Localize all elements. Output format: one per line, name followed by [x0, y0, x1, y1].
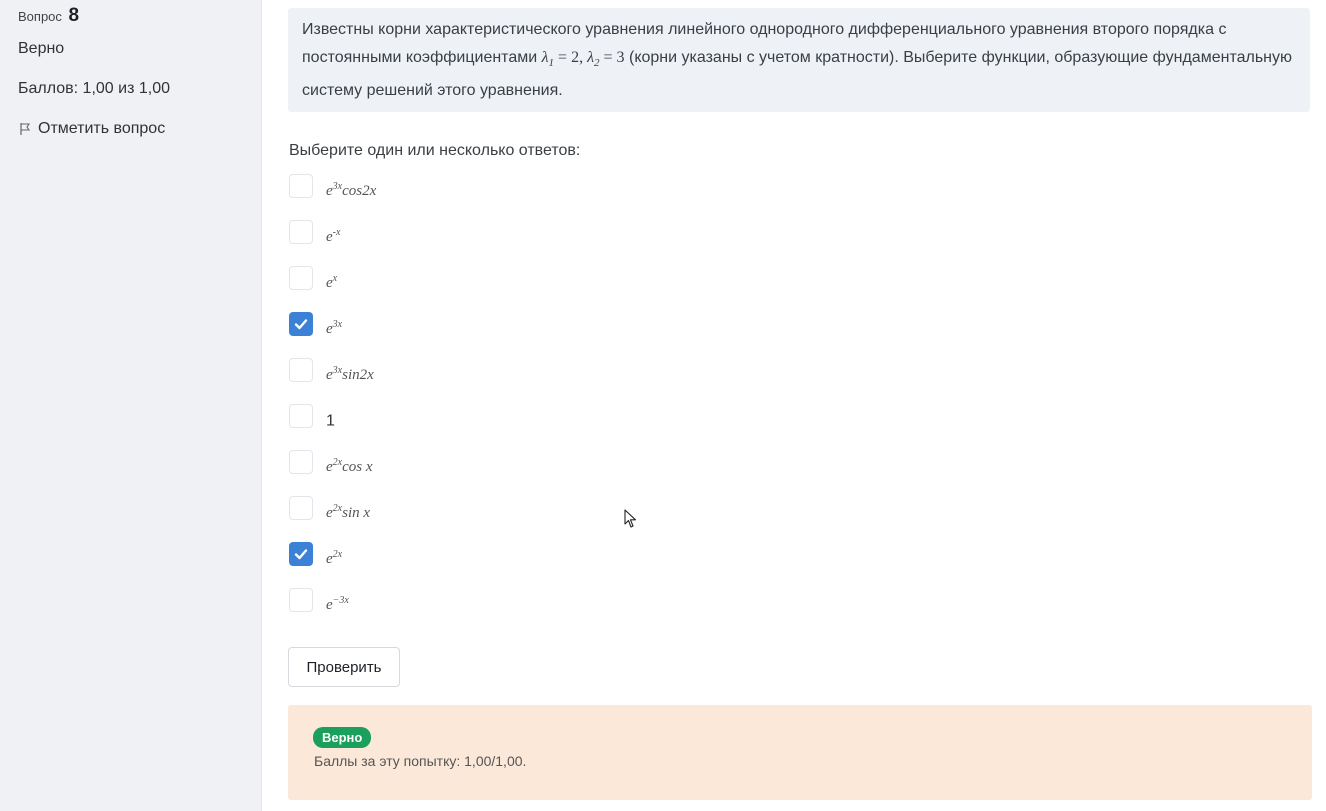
answer-base: e	[326, 275, 333, 291]
question-number: 8	[68, 5, 80, 26]
answer-base: e	[326, 367, 333, 383]
answer-option: e3x	[289, 312, 376, 358]
answer-checkbox[interactable]	[289, 588, 313, 612]
answer-base: 1	[326, 412, 335, 430]
answer-label: 1	[326, 405, 335, 433]
answer-base: e	[326, 551, 333, 567]
answer-option: e3xsin2x	[289, 358, 376, 404]
answer-checkbox[interactable]	[289, 404, 313, 428]
answer-exponent: −3x	[332, 595, 349, 606]
question-text: Известны корни характеристического уравн…	[288, 8, 1310, 112]
answer-tail: sin2x	[342, 367, 374, 383]
answer-option: e2xcos x	[289, 450, 376, 496]
answer-checkbox[interactable]	[289, 496, 313, 520]
answer-exponent: -x	[332, 227, 341, 238]
lambda-2-symbol: λ	[587, 49, 595, 66]
answer-tail: sin x	[342, 505, 371, 521]
flag-question-label: Отметить вопрос	[38, 120, 166, 137]
answer-label: ex	[326, 267, 337, 295]
answer-tail: cos x	[342, 459, 373, 475]
answer-base: e	[326, 597, 333, 613]
answer-tail: cos2x	[342, 183, 377, 199]
mouse-pointer-icon	[624, 509, 638, 534]
quiz-page: Вопрос 8 Верно Баллов: 1,00 из 1,00 Отме…	[0, 0, 1326, 811]
check-button[interactable]: Проверить	[288, 647, 400, 687]
lambda-1-value: = 2,	[554, 49, 588, 66]
answer-option: e3xcos2x	[289, 174, 376, 220]
answer-options: e3xcos2x e-x ex e3x e3xsin2x 1 e2xcos x …	[289, 174, 376, 634]
answer-checkbox[interactable]	[289, 266, 313, 290]
answer-label: e2xcos x	[326, 451, 373, 479]
answer-label: e2x	[326, 543, 342, 571]
attempt-points: Баллы за эту попытку: 1,00/1,00.	[314, 753, 527, 769]
answer-checkbox[interactable]	[289, 312, 313, 336]
question-grade: Баллов: 1,00 из 1,00	[18, 80, 170, 97]
check-icon	[294, 549, 308, 560]
answer-exponent: 3x	[332, 181, 343, 192]
answer-exponent: x	[332, 273, 338, 284]
answer-base: e	[326, 459, 333, 475]
lambda-1-symbol: λ	[541, 49, 549, 66]
answer-option: e-x	[289, 220, 376, 266]
answer-base: e	[326, 505, 333, 521]
flag-question-link[interactable]: Отметить вопрос	[18, 120, 165, 138]
answer-checkbox[interactable]	[289, 542, 313, 566]
lambda-1: λ1 = 2,	[541, 49, 588, 69]
answer-base: e	[326, 183, 333, 199]
answer-exponent: 3x	[332, 319, 343, 330]
answer-checkbox[interactable]	[289, 450, 313, 474]
lambda-2-value: = 3	[599, 49, 625, 66]
answer-option: e2xsin x	[289, 496, 376, 542]
answer-label: e3x	[326, 313, 342, 341]
answer-checkbox[interactable]	[289, 174, 313, 198]
question-content: Известны корни характеристического уравн…	[262, 0, 1326, 811]
question-info-panel: Вопрос 8 Верно Баллов: 1,00 из 1,00 Отме…	[0, 0, 262, 811]
answer-exponent: 2x	[332, 457, 343, 468]
lambda-2: λ2 = 3	[587, 49, 625, 69]
answer-label: e3xcos2x	[326, 175, 376, 203]
check-icon	[294, 319, 308, 330]
answer-label: e−3x	[326, 589, 349, 617]
correct-badge: Верно	[313, 727, 372, 748]
answer-label: e3xsin2x	[326, 359, 374, 387]
question-number-label: Вопрос 8	[18, 5, 79, 27]
answer-option: 1	[289, 404, 376, 450]
answer-checkbox[interactable]	[289, 220, 313, 244]
answer-option: ex	[289, 266, 376, 312]
question-state: Верно	[18, 40, 65, 57]
answer-base: e	[326, 321, 333, 337]
answer-prompt: Выберите один или несколько ответов:	[289, 142, 581, 159]
flag-icon	[18, 122, 32, 136]
answer-option: e2x	[289, 542, 376, 588]
answer-exponent: 2x	[332, 503, 343, 514]
answer-exponent: 2x	[332, 549, 343, 560]
question-word: Вопрос	[18, 9, 62, 24]
answer-option: e−3x	[289, 588, 376, 634]
answer-base: e	[326, 229, 333, 245]
answer-label: e2xsin x	[326, 497, 370, 525]
answer-checkbox[interactable]	[289, 358, 313, 382]
answer-label: e-x	[326, 221, 340, 249]
feedback-panel: Верно Баллы за эту попытку: 1,00/1,00.	[288, 705, 1312, 800]
answer-exponent: 3x	[332, 365, 343, 376]
